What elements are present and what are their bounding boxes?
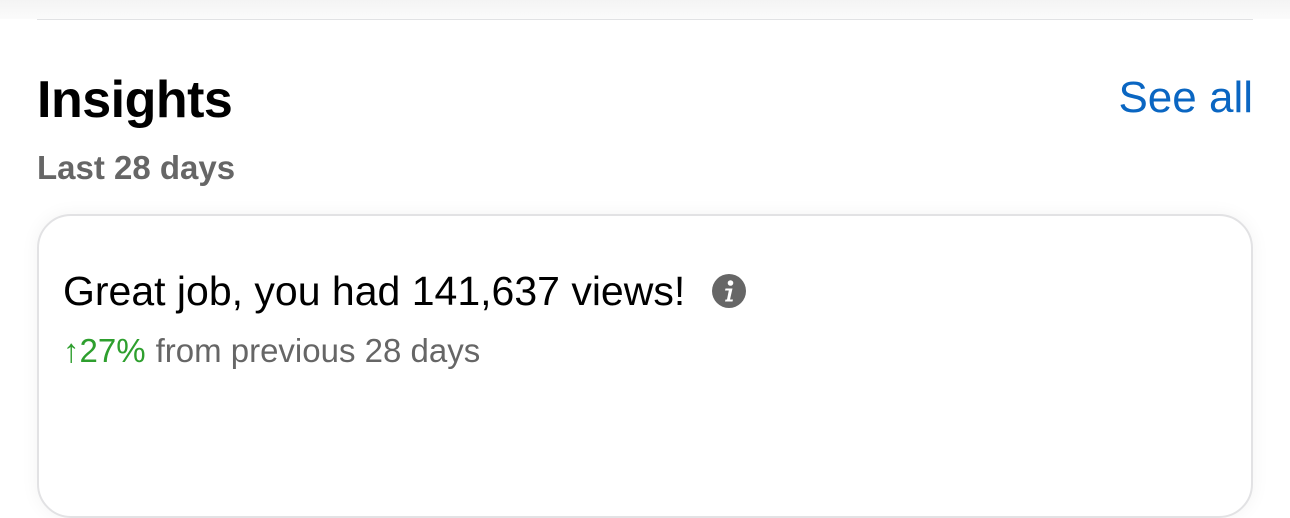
views-change: ↑27% from previous 28 days bbox=[63, 330, 480, 372]
views-headline: Great job, you had 141,637 views! bbox=[63, 268, 686, 314]
previous-section-bottom bbox=[0, 0, 1290, 19]
section-divider bbox=[37, 19, 1253, 20]
change-percent: 27% bbox=[79, 332, 146, 369]
insights-period: Last 28 days bbox=[37, 149, 236, 186]
insights-title: Insights bbox=[37, 71, 233, 129]
card-headline-row: Great job, you had 141,637 views! bbox=[63, 266, 747, 316]
see-all-link[interactable]: See all bbox=[1118, 72, 1253, 124]
info-icon[interactable] bbox=[711, 273, 747, 309]
change-period-text: from previous 28 days bbox=[155, 332, 481, 369]
insights-card[interactable]: Great job, you had 141,637 views! ↑27% fr… bbox=[37, 214, 1253, 518]
trend-up-icon: ↑ bbox=[63, 332, 80, 369]
